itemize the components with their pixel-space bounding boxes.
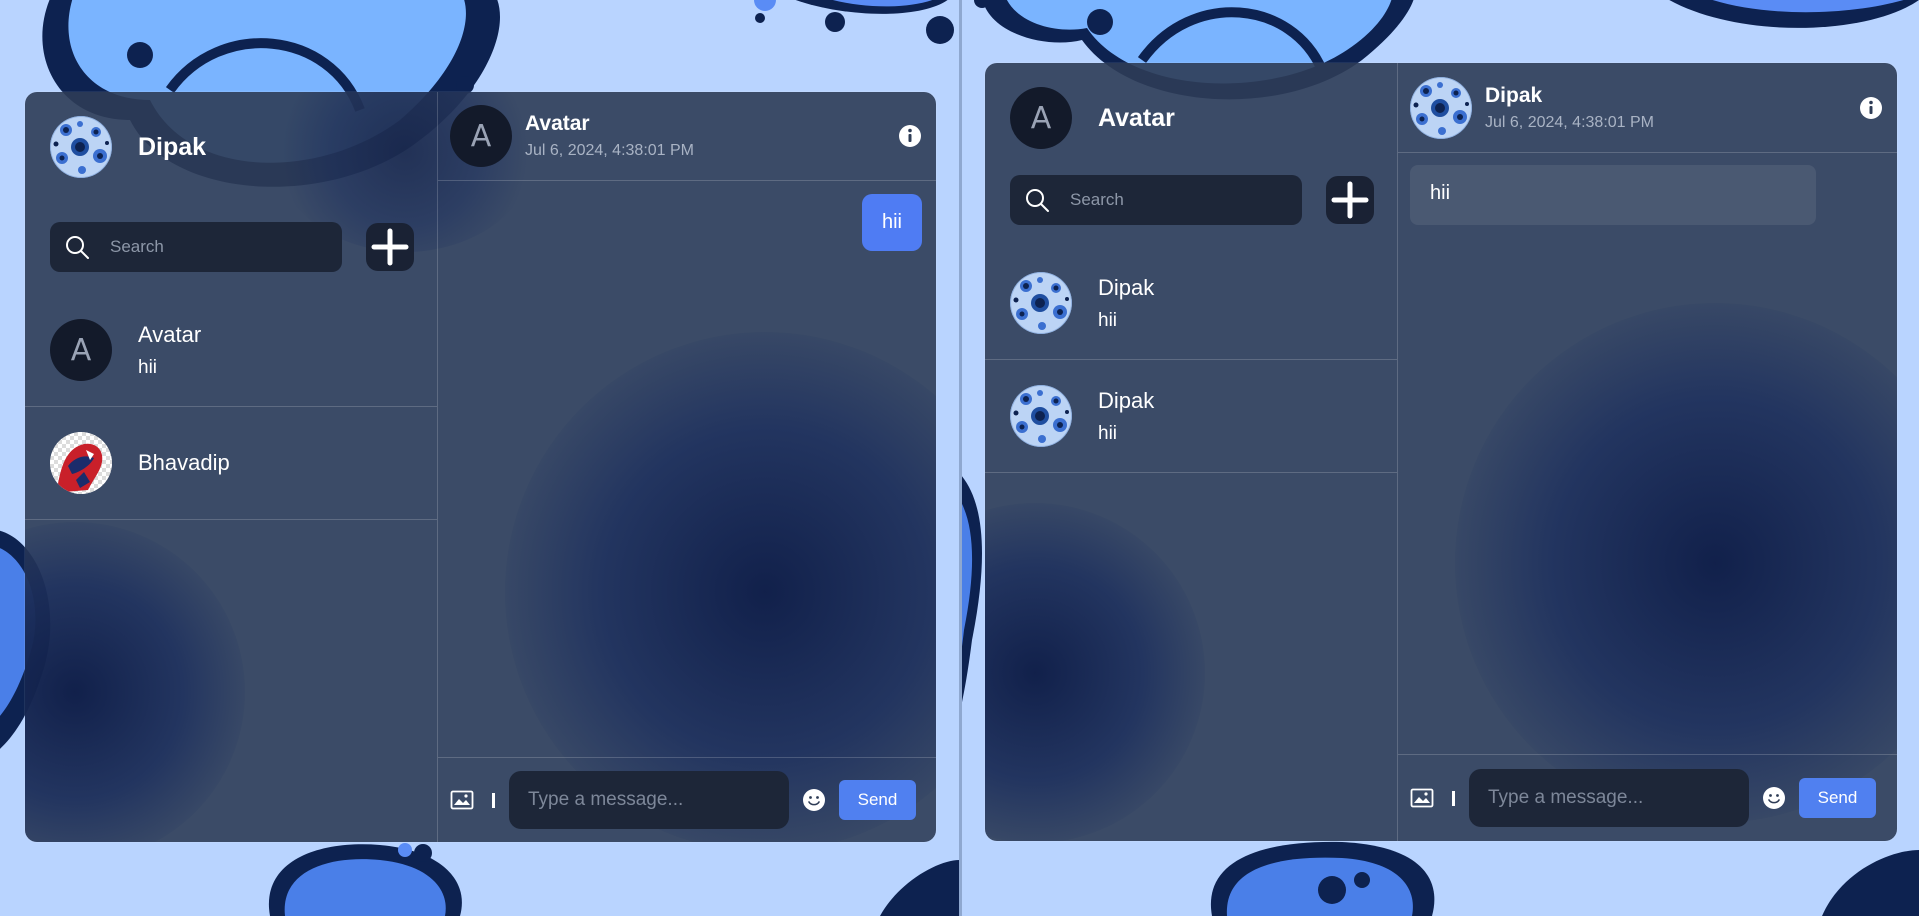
- message-input[interactable]: [509, 771, 789, 829]
- send-button[interactable]: Send: [1799, 778, 1876, 818]
- user-avatar[interactable]: [50, 116, 112, 178]
- current-user: A Avatar: [985, 63, 1397, 173]
- chat-header: Dipak Jul 6, 2024, 4:38:01 PM: [1398, 63, 1897, 153]
- current-user: Dipak: [25, 92, 437, 202]
- chat-last-message: hii: [138, 356, 158, 378]
- user-name: Avatar: [1098, 103, 1175, 132]
- send-button[interactable]: Send: [839, 780, 916, 820]
- chat-avatar: [1010, 385, 1072, 447]
- chat-header: A Avatar Jul 6, 2024, 4:38:01 PM: [438, 92, 936, 181]
- sidebar: A Avatar Dipak: [985, 63, 1398, 841]
- sidebar: Dipak A Avatar hii: [25, 92, 438, 842]
- mic-icon[interactable]: [492, 792, 495, 808]
- chat-list: Dipak hii Dipak hii: [985, 247, 1397, 473]
- chat-title: Dipak: [1485, 83, 1543, 107]
- image-icon[interactable]: [450, 790, 474, 810]
- emoji-icon[interactable]: [1762, 786, 1786, 810]
- chat-window: A Avatar Dipak: [985, 63, 1897, 841]
- chat-last-message: hii: [1098, 422, 1118, 444]
- user-name: Dipak: [138, 132, 207, 161]
- search-input[interactable]: [1068, 189, 1272, 211]
- info-icon[interactable]: [1859, 96, 1883, 120]
- chat-last-message: hii: [1098, 309, 1118, 331]
- image-icon[interactable]: [1410, 788, 1434, 808]
- message-bubble-other: hii: [1410, 165, 1816, 225]
- chat-list-item[interactable]: A Avatar hii: [25, 294, 437, 407]
- message-input[interactable]: [1469, 769, 1749, 827]
- chat-name: Dipak: [1098, 387, 1155, 413]
- info-icon[interactable]: [898, 124, 922, 148]
- chat-header-avatar: A: [450, 105, 512, 167]
- message-composer: Send: [438, 757, 936, 842]
- mic-icon[interactable]: [1452, 790, 1455, 806]
- chat-panel: A Avatar Jul 6, 2024, 4:38:01 PM hii Typ…: [438, 92, 936, 842]
- search-row: [25, 222, 437, 272]
- chat-list-item[interactable]: Bhavadip: [25, 407, 437, 520]
- chat-name: Avatar: [138, 321, 202, 347]
- search-box[interactable]: [50, 222, 342, 272]
- chat-list-item[interactable]: Dipak hii: [985, 247, 1397, 360]
- right-browser-pane: A Avatar Dipak: [962, 0, 1919, 916]
- add-chat-button[interactable]: [366, 223, 414, 271]
- chat-header-avatar: [1410, 77, 1472, 139]
- chat-panel: Dipak Jul 6, 2024, 4:38:01 PM hii Send: [1398, 63, 1897, 841]
- chat-timestamp: Jul 6, 2024, 4:38:01 PM: [1485, 113, 1654, 131]
- user-avatar[interactable]: A: [1010, 87, 1072, 149]
- chat-title: Avatar: [525, 112, 590, 135]
- chat-name: Bhavadip: [138, 450, 230, 475]
- message-list: hii: [438, 181, 936, 757]
- chat-avatar: [50, 432, 112, 494]
- plus-icon: [366, 223, 414, 271]
- chat-list: A Avatar hii Bhavadip: [25, 294, 437, 520]
- chat-avatar: A: [50, 319, 112, 381]
- search-row: [985, 175, 1397, 225]
- search-icon: [64, 234, 90, 260]
- chat-list-item[interactable]: Dipak hii: [985, 360, 1397, 473]
- left-browser-pane: Dipak A Avatar hii: [0, 0, 959, 916]
- emoji-icon[interactable]: [802, 788, 826, 812]
- message-bubble-own: hii: [862, 194, 922, 251]
- search-box[interactable]: [1010, 175, 1302, 225]
- chat-window: Dipak A Avatar hii: [25, 92, 936, 842]
- chat-name: Dipak: [1098, 274, 1155, 300]
- plus-icon: [1326, 176, 1374, 224]
- message-composer: Send: [1398, 754, 1897, 841]
- search-icon: [1024, 187, 1050, 213]
- chat-timestamp: Jul 6, 2024, 4:38:01 PM: [525, 142, 694, 159]
- add-chat-button[interactable]: [1326, 176, 1374, 224]
- message-list: hii: [1398, 153, 1897, 754]
- search-input[interactable]: [108, 236, 312, 258]
- chat-avatar: [1010, 272, 1072, 334]
